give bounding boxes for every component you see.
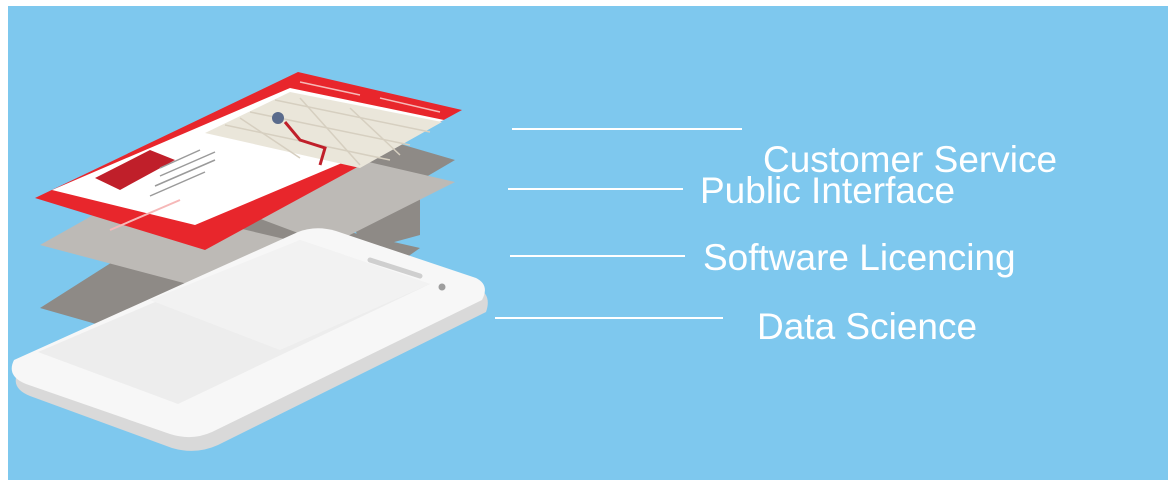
callout-line-customer-service [512,128,742,130]
label-software-licencing: Software Licencing [703,237,1016,278]
callout-line-data-science [495,317,723,319]
front-camera-icon [438,283,446,291]
label-data-science: Data Science [757,306,978,347]
label-public-interface: Public Interface [700,170,956,211]
callout-line-software-licencing [510,255,685,257]
callout-line-public-interface [508,188,683,190]
map-pin-icon [272,112,284,124]
